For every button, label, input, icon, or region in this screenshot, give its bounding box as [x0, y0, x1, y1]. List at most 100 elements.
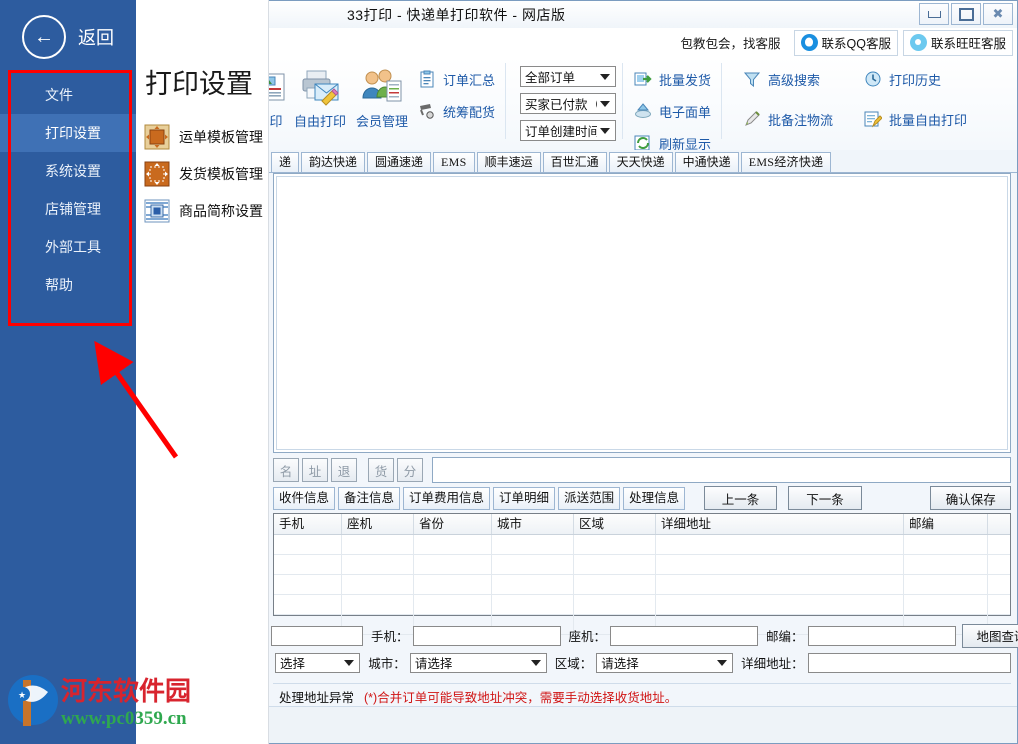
courier-tab-strip: 递韵达快递圆通速递EMS顺丰速运百世汇通天天快递中通快递EMS经济快递: [269, 150, 1017, 173]
order-status-select[interactable]: 买家已付款（未: [520, 93, 616, 114]
courier-tab-5[interactable]: 百世汇通: [543, 152, 607, 172]
wangwang-icon: [910, 34, 927, 51]
filter-icon: [742, 69, 762, 89]
orders-grid[interactable]: [273, 173, 1011, 453]
table-cell: [492, 595, 574, 614]
courier-tab-1[interactable]: 韵达快递: [301, 152, 365, 172]
courier-tab-6[interactable]: 天天快递: [609, 152, 673, 172]
advanced-search-button[interactable]: 高级搜索: [738, 67, 837, 91]
form-label-row1-3: 座机：: [561, 626, 611, 645]
table-row[interactable]: [274, 575, 1010, 595]
table-row[interactable]: [274, 595, 1010, 615]
member-manage-button[interactable]: 会员管理: [351, 57, 413, 141]
table-cell: [342, 595, 414, 614]
sidebar-item-2[interactable]: 系统设置: [10, 152, 130, 190]
allocate-goods-button[interactable]: 统筹配货: [413, 99, 499, 123]
form-select-row2-4[interactable]: 请选择: [596, 653, 733, 673]
detail-tab-3[interactable]: 订单明细: [493, 487, 555, 510]
print-settings-item-2[interactable]: 商品简称设置: [144, 192, 272, 229]
batch-ship-label: 批量发货: [659, 70, 711, 89]
sidebar-item-5[interactable]: 帮助: [10, 266, 130, 304]
table-cell: [574, 595, 656, 614]
detail-tab-1[interactable]: 备注信息: [338, 487, 400, 510]
print-settings-item-label: 商品简称设置: [179, 201, 263, 221]
batch-free-print-button[interactable]: 批量自由打印: [859, 107, 971, 131]
detail-tab-2[interactable]: 订单费用信息: [403, 487, 490, 510]
maximize-button[interactable]: [951, 3, 981, 25]
print-history-button[interactable]: 打印历史: [859, 67, 971, 91]
column-header-1[interactable]: 座机: [342, 514, 414, 534]
sidebar-item-0[interactable]: 文件: [10, 76, 130, 114]
sidebar-item-4[interactable]: 外部工具: [10, 228, 130, 266]
form-select-row2-2[interactable]: 请选择: [410, 653, 547, 673]
minimize-button[interactable]: [919, 3, 949, 25]
courier-tab-8[interactable]: EMS经济快递: [741, 152, 832, 172]
table-cell: [656, 575, 904, 594]
free-print-button[interactable]: 自由打印: [289, 57, 351, 141]
table-cell: [574, 575, 656, 594]
form-input-row1-4[interactable]: [610, 626, 758, 646]
column-header-4[interactable]: 区域: [574, 514, 656, 534]
quick-search-input[interactable]: [432, 457, 1011, 483]
column-header-2[interactable]: 省份: [414, 514, 492, 534]
sidebar-item-1[interactable]: 打印设置: [0, 114, 136, 152]
form-label-row2-3: 区域：: [547, 653, 597, 672]
column-header-6[interactable]: 邮编: [904, 514, 988, 534]
confirm-save-button[interactable]: 确认保存: [930, 486, 1011, 510]
quick-filter-pill-1[interactable]: 址: [302, 458, 328, 482]
batch-ship-icon: [633, 69, 653, 89]
courier-tab-2[interactable]: 圆通速递: [367, 152, 431, 172]
form-select-row2-0[interactable]: 选择: [275, 653, 360, 673]
form-input-row1-6[interactable]: [808, 626, 956, 646]
quick-filter-pill-0[interactable]: 名: [273, 458, 299, 482]
print-settings-item-0[interactable]: 运单模板管理: [144, 118, 272, 155]
order-sort-select[interactable]: 订单创建时间,: [520, 120, 616, 141]
form-label-row2-1: 城市：: [360, 653, 410, 672]
recipient-table[interactable]: 手机座机省份城市区域详细地址邮编: [273, 513, 1011, 616]
print-settings-item-1[interactable]: 发货模板管理: [144, 155, 272, 192]
table-cell: [656, 555, 904, 574]
table-cell: [492, 555, 574, 574]
form-input-row1-0[interactable]: [271, 626, 363, 646]
map-query-button[interactable]: 地图查询: [962, 624, 1018, 648]
batch-remark-logistics-label: 批备注物流: [768, 110, 833, 129]
sidebar-item-3[interactable]: 店铺管理: [10, 190, 130, 228]
form-input-row1-2[interactable]: [413, 626, 561, 646]
quick-filter-pill-4[interactable]: 分: [397, 458, 423, 482]
handle-address-exception-label[interactable]: 处理地址异常: [273, 687, 354, 706]
column-header-5[interactable]: 详细地址: [656, 514, 904, 534]
courier-tab-4[interactable]: 顺丰速运: [477, 152, 541, 172]
quick-filter-pill-2[interactable]: 退: [331, 458, 357, 482]
quick-filter-pill-3[interactable]: 货: [368, 458, 394, 482]
close-button[interactable]: ✖: [983, 3, 1013, 25]
table-row[interactable]: [274, 535, 1010, 555]
detail-tab-4[interactable]: 派送范围: [558, 487, 620, 510]
order-summary-button[interactable]: 订单汇总: [413, 67, 499, 91]
courier-tab-0[interactable]: 递: [271, 152, 299, 172]
order-scope-select[interactable]: 全部订单: [520, 66, 616, 87]
batch-ship-button[interactable]: 批量发货: [629, 67, 715, 91]
courier-tab-7[interactable]: 中通快递: [675, 152, 739, 172]
table-row[interactable]: [274, 555, 1010, 575]
courier-tab-3[interactable]: EMS: [433, 152, 475, 172]
batch-remark-logistics-button[interactable]: 批备注物流: [738, 107, 837, 131]
contact-wangwang-button[interactable]: 联系旺旺客服: [903, 30, 1013, 56]
detail-tab-5[interactable]: 处理信息: [623, 487, 685, 510]
table-cell: [904, 595, 988, 614]
orders-grid-inner: [276, 176, 1008, 450]
contact-qq-button[interactable]: 联系QQ客服: [794, 30, 898, 56]
toolbar-col-summary: 订单汇总 统筹配货: [413, 57, 499, 123]
back-button[interactable]: ← 返回: [22, 15, 114, 59]
previous-record-button[interactable]: 上一条: [704, 486, 778, 510]
table-cell: [342, 535, 414, 554]
column-header-0[interactable]: 手机: [274, 514, 342, 534]
print-settings-item-label: 运单模板管理: [179, 127, 263, 147]
e-waybill-button[interactable]: 电子面单: [629, 99, 715, 123]
table-cell: [342, 555, 414, 574]
toolbar-col-shipping: 批量发货 电子面单: [629, 57, 715, 155]
detail-tab-0[interactable]: 收件信息: [273, 487, 335, 510]
next-record-button[interactable]: 下一条: [788, 486, 862, 510]
column-header-3[interactable]: 城市: [492, 514, 574, 534]
form-input-row2-6[interactable]: [808, 653, 1011, 673]
print-settings-list: 运单模板管理发货模板管理商品简称设置: [144, 118, 272, 229]
